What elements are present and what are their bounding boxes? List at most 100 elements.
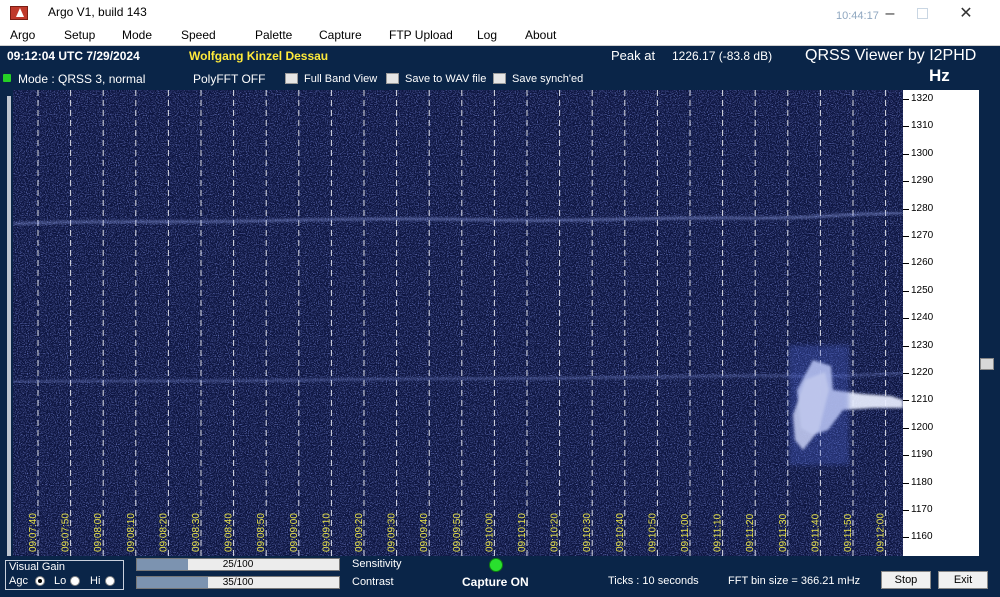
operator-name: Wolfgang Kinzel Dessau <box>189 49 329 63</box>
spectrogram-waterfall[interactable]: 09:07:40 09:07:50 09:08:00 09:08:10 09:08:20… <box>13 90 903 556</box>
sensitivity-value: 25/100 <box>222 559 254 570</box>
contrast-slider[interactable]: 35/100 <box>136 576 340 589</box>
freq-label: 1280 <box>911 202 934 214</box>
freq-tick <box>903 208 909 210</box>
freq-tick <box>903 318 909 320</box>
time-label: 09:09:30 <box>387 513 398 552</box>
freq-tick <box>903 345 909 347</box>
time-label: 09:08:30 <box>191 513 202 552</box>
menu-bar: Argo Setup Mode Speed Palette Capture FT… <box>0 26 1000 46</box>
main-panel: 09:12:04 UTC 7/29/2024 Wolfgang Kinzel D… <box>0 46 1000 597</box>
visual-gain-group: Visual Gain Agc Lo Hi <box>5 560 124 590</box>
menu-ftp-upload[interactable]: FTP Upload <box>389 28 453 42</box>
menu-mode[interactable]: Mode <box>122 28 152 42</box>
freq-label: 1190 <box>911 449 933 461</box>
menu-argo[interactable]: Argo <box>10 28 35 42</box>
agc-label: Agc <box>9 575 28 587</box>
maximize-icon <box>917 8 928 19</box>
time-label: 09:12:00 <box>876 513 887 552</box>
frequency-scale: 1320 1310 1300 1290 1280 1270 1260 1250 1240 1230… <box>903 90 979 556</box>
title-bar: Argo V1, build 143 10:44:17 – ✕ <box>0 0 1000 26</box>
bottom-controls: Visual Gain Agc Lo Hi 25/100 Sensitivity… <box>0 556 1000 597</box>
freq-label: 1240 <box>911 312 934 324</box>
menu-setup[interactable]: Setup <box>64 28 95 42</box>
menu-about[interactable]: About <box>525 28 556 42</box>
time-label: 09:11:40 <box>810 513 821 552</box>
agc-radio[interactable] <box>35 576 45 586</box>
save-synched-checkbox[interactable] <box>493 73 506 84</box>
polyfft-label[interactable]: PolyFFT OFF <box>193 72 265 86</box>
freq-tick <box>903 510 909 511</box>
hi-radio[interactable] <box>105 576 115 586</box>
time-label: 09:10:20 <box>550 513 561 552</box>
lo-radio[interactable] <box>70 576 80 586</box>
visual-gain-title: Visual Gain <box>9 561 66 573</box>
spectrogram-noise <box>13 90 903 556</box>
menu-log[interactable]: Log <box>477 28 497 42</box>
save-synched-label: Save synch'ed <box>512 73 584 85</box>
time-label: 09:08:40 <box>224 513 235 552</box>
stop-button[interactable]: Stop <box>881 571 931 589</box>
freq-label: 1160 <box>911 531 933 543</box>
time-label: 09:10:10 <box>517 513 528 552</box>
time-label: 09:09:10 <box>321 513 332 552</box>
freq-tick <box>903 236 909 237</box>
time-label: 09:11:50 <box>843 513 854 552</box>
time-label: 09:11:20 <box>745 513 756 552</box>
ticks-info: Ticks : 10 seconds <box>608 575 699 587</box>
mode-row: Mode : QRSS 3, normal PolyFFT OFF Full B… <box>0 70 1000 88</box>
freq-tick <box>903 400 909 402</box>
argo-app-icon <box>10 6 28 20</box>
hi-label: Hi <box>90 575 101 587</box>
sensitivity-label: Sensitivity <box>352 558 402 570</box>
exit-button[interactable]: Exit <box>938 571 988 589</box>
mode-label: Mode : QRSS 3, normal <box>18 72 146 86</box>
full-band-view-checkbox[interactable] <box>285 73 298 84</box>
time-label: 09:07:50 <box>61 513 72 552</box>
time-label: 09:09:40 <box>419 513 430 552</box>
freq-label: 1300 <box>911 147 934 159</box>
time-label: 09:10:40 <box>615 513 626 552</box>
close-button[interactable]: ✕ <box>946 3 986 25</box>
menu-speed[interactable]: Speed <box>181 28 216 42</box>
freq-label: 1290 <box>911 175 934 187</box>
frequency-slider-thumb[interactable] <box>980 358 994 370</box>
time-label: 09:09:50 <box>452 513 463 552</box>
freq-tick <box>903 537 909 539</box>
time-label: 09:10:30 <box>582 513 593 552</box>
lo-label: Lo <box>54 575 67 587</box>
sensitivity-slider[interactable]: 25/100 <box>136 558 340 571</box>
freq-label: 1250 <box>911 284 934 296</box>
time-label: 09:11:00 <box>680 513 691 552</box>
freq-tick <box>903 126 909 128</box>
freq-label: 1310 <box>911 120 934 132</box>
status-led-icon <box>3 74 11 82</box>
freq-tick <box>903 153 909 155</box>
minimize-button[interactable]: – <box>870 3 910 25</box>
left-scroll-bar[interactable] <box>7 96 11 556</box>
time-label: 09:08:50 <box>256 513 267 552</box>
freq-label: 1260 <box>911 257 934 269</box>
freq-label: 1220 <box>911 367 934 378</box>
freq-tick <box>903 427 909 429</box>
freq-label: 1210 <box>911 394 934 406</box>
contrast-label: Contrast <box>352 576 394 588</box>
freq-label: 1170 <box>911 504 933 515</box>
freq-tick <box>903 373 909 374</box>
menu-palette[interactable]: Palette <box>255 28 292 42</box>
freq-tick <box>903 290 909 292</box>
freq-label: 1320 <box>911 93 934 104</box>
save-wav-checkbox[interactable] <box>386 73 399 84</box>
frequency-slider[interactable] <box>979 90 1000 556</box>
time-label: 09:08:00 <box>93 513 104 552</box>
time-label: 09:11:30 <box>778 513 789 552</box>
capture-status-led-icon <box>489 558 503 572</box>
freq-label: 1180 <box>911 476 933 488</box>
fft-bin-info: FFT bin size = 366.21 mHz <box>728 575 861 587</box>
burst-glow <box>789 345 849 465</box>
menu-capture[interactable]: Capture <box>319 28 362 42</box>
contrast-value: 35/100 <box>222 577 254 588</box>
time-label: 09:08:10 <box>126 513 137 552</box>
peak-value: 1226.17 (-83.8 dB) <box>672 49 773 63</box>
save-wav-label: Save to WAV file <box>405 73 487 85</box>
